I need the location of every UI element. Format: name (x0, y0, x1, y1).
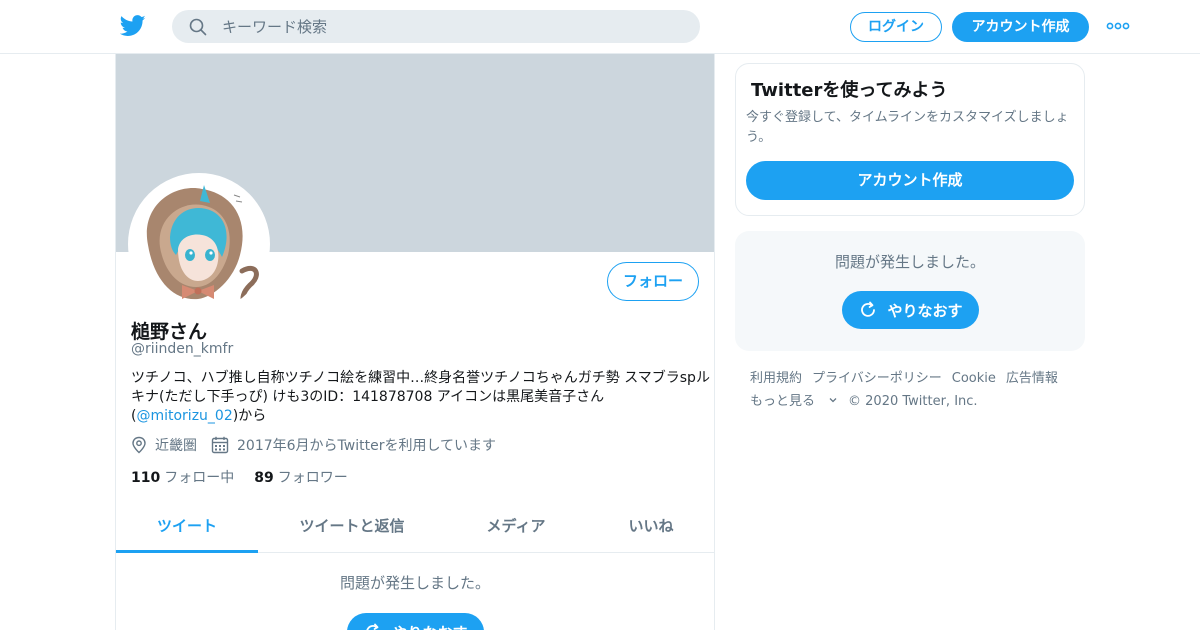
search-box[interactable] (172, 10, 700, 43)
timeline-retry-label: やりなおす (392, 622, 467, 630)
search-input[interactable] (222, 10, 682, 43)
chevron-down-icon (829, 398, 837, 403)
bio-mention-link[interactable]: @mitorizu_02 (136, 408, 232, 424)
profile-handle: @riinden_kmfr (131, 341, 234, 357)
tab-media[interactable]: メディア (466, 503, 566, 553)
login-button[interactable]: ログイン (850, 12, 942, 42)
refresh-icon (861, 301, 876, 317)
tab-tweets[interactable]: ツイート (116, 503, 258, 553)
sidebar-error-message: 問題が発生しました。 (834, 253, 985, 271)
bio-suffix: )から (232, 408, 267, 424)
profile-joined-date: 2017年6月からTwitterを利用しています (237, 438, 497, 454)
footer-link-privacy[interactable]: プライバシーポリシー (812, 371, 942, 386)
avatar-illustration (130, 175, 268, 313)
sidebar-retry-label: やりなおす (887, 301, 963, 320)
location-pin-icon (132, 436, 146, 454)
signup-button[interactable]: アカウント作成 (952, 12, 1089, 42)
profile-meta: 近畿圏 2017年6月からTwitterを利用しています (131, 435, 496, 455)
followers-count: 89 (254, 470, 274, 486)
timeline-retry-button[interactable]: やりなおす (347, 613, 484, 630)
profile-stats: 110 フォロー中 89 フォロワー (131, 467, 368, 487)
sidebar-retry-button[interactable]: やりなおす (842, 291, 979, 329)
following-label: フォロー中 (164, 470, 235, 486)
sidebar-error-card: 問題が発生しました。 やりなおす (735, 231, 1085, 351)
tab-likes[interactable]: いいね (606, 503, 696, 553)
footer-link-cookie[interactable]: Cookie (952, 371, 996, 386)
footer-link-more[interactable]: もっと見る (750, 394, 838, 409)
avatar[interactable] (128, 173, 270, 315)
footer-copyright: © 2020 Twitter, Inc. (848, 394, 978, 409)
profile-location: 近畿圏 (155, 438, 197, 454)
twitter-bird-icon[interactable] (120, 14, 146, 38)
refresh-icon (366, 623, 379, 630)
sidebar-footer: 利用規約 プライバシーポリシー Cookie 広告情報 もっと見る © 2020 Twi… (750, 367, 1080, 413)
promo-signup-button[interactable]: アカウント作成 (746, 161, 1074, 200)
footer-link-ads-info[interactable]: 広告情報 (1006, 371, 1058, 386)
profile-display-name: 槌野さん (131, 321, 208, 343)
profile-column: フォロー 槌野さん @riinden_kmfr ツチノコ、ハブ推し自称ツチノコ絵… (115, 54, 715, 630)
followers-label: フォロワー (277, 470, 348, 486)
promo-text: 今すぐ登録して、タイムラインをカスタマイズしましょう。 (746, 110, 1069, 145)
top-navigation-bar: ログイン アカウント作成 (0, 0, 1200, 54)
tab-tweets-and-replies[interactable]: ツイートと返信 (281, 503, 423, 553)
signup-promo-card: Twitterを使ってみよう 今すぐ登録して、タイムラインをカスタマイズしましょ… (735, 63, 1085, 216)
timeline-error-message: 問題が発生しました。 (339, 574, 490, 592)
more-options-icon[interactable] (1106, 18, 1130, 34)
calendar-icon (211, 436, 229, 454)
following-count: 110 (131, 470, 161, 486)
following-stat[interactable]: 110 フォロー中 (131, 467, 234, 487)
profile-tabs: ツイート ツイートと返信 メディア いいね (116, 503, 714, 553)
profile-bio: ツチノコ、ハブ推し自称ツチノコ絵を練習中…終身名誉ツチノコちゃんガチ勢 スマブラ… (131, 369, 711, 426)
follow-button[interactable]: フォロー (607, 262, 699, 301)
promo-title: Twitterを使ってみよう (751, 80, 948, 101)
footer-more-label: もっと見る (750, 394, 816, 409)
footer-link-terms[interactable]: 利用規約 (750, 371, 802, 386)
followers-stat[interactable]: 89 フォロワー (254, 467, 347, 487)
search-icon (189, 18, 207, 36)
